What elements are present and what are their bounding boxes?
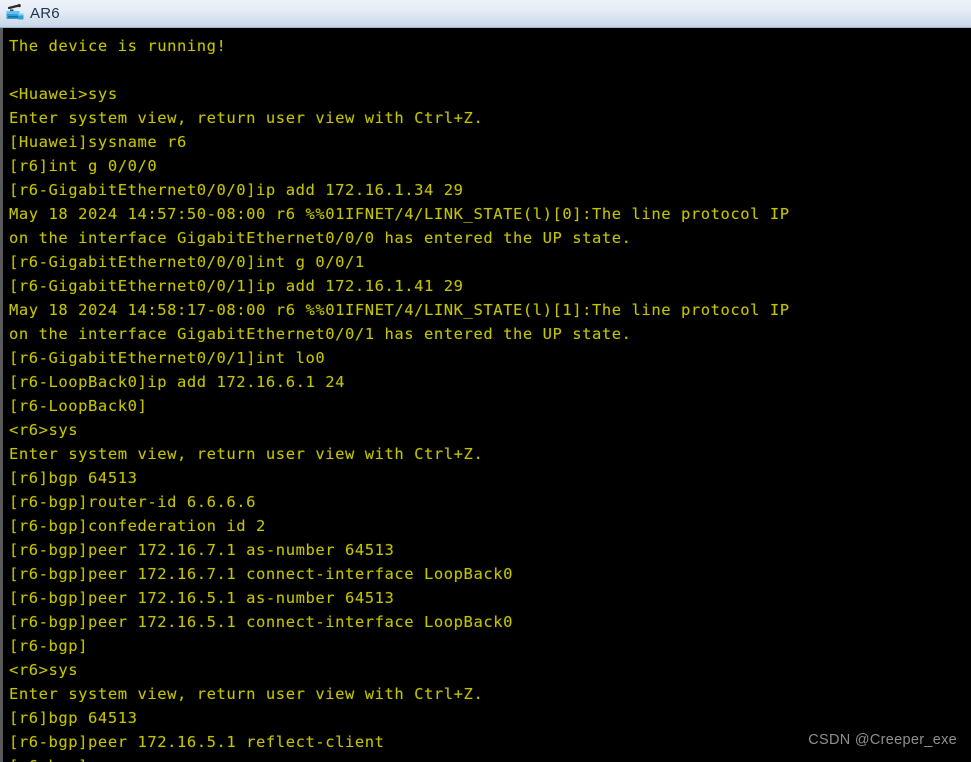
terminal-line: <r6>sys xyxy=(9,661,79,679)
terminal-line: [r6-bgp]peer 172.16.7.1 as-number 64513 xyxy=(9,541,395,559)
terminal-console[interactable]: The device is running! <Huawei>sys Enter s… xyxy=(0,28,971,762)
terminal-line: [r6]bgp 64513 xyxy=(9,469,138,487)
terminal-line: on the interface GigabitEthernet0/0/0 ha… xyxy=(9,229,632,247)
terminal-line: <r6>sys xyxy=(9,421,79,439)
terminal-line: [r6-bgp]confederation id 2 xyxy=(9,517,266,535)
terminal-line: May 18 2024 14:58:17-08:00 r6 %%01IFNET/… xyxy=(9,301,790,319)
terminal-line: [Huawei]sysname r6 xyxy=(9,133,187,151)
router-icon xyxy=(4,3,26,25)
terminal-line: [r6-bgp] xyxy=(9,754,971,762)
terminal-line: The device is running! xyxy=(9,37,227,55)
terminal-line: Enter system view, return user view with… xyxy=(9,109,484,127)
terminal-line: May 18 2024 14:57:50-08:00 r6 %%01IFNET/… xyxy=(9,205,790,223)
terminal-line: [r6-GigabitEthernet0/0/1]int lo0 xyxy=(9,349,326,367)
terminal-line: [r6-bgp] xyxy=(9,637,89,655)
terminal-line: [r6-GigabitEthernet0/0/0]ip add 172.16.1… xyxy=(9,181,464,199)
terminal-line: [r6-GigabitEthernet0/0/0]int g 0/0/1 xyxy=(9,253,365,271)
terminal-line: [r6-LoopBack0] xyxy=(9,397,148,415)
terminal-line: Enter system view, return user view with… xyxy=(9,685,484,703)
terminal-line: Enter system view, return user view with… xyxy=(9,445,484,463)
terminal-line: [r6-bgp]peer 172.16.5.1 reflect-client xyxy=(9,733,385,751)
terminal-line: [r6-bgp]peer 172.16.5.1 connect-interfac… xyxy=(9,613,513,631)
terminal-line: [r6-bgp]router-id 6.6.6.6 xyxy=(9,493,257,511)
terminal-line: [r6-bgp]peer 172.16.5.1 as-number 64513 xyxy=(9,589,395,607)
terminal-line: [r6]bgp 64513 xyxy=(9,709,138,727)
window-title-text: AR6 xyxy=(30,4,60,22)
terminal-line: <Huawei>sys xyxy=(9,85,118,103)
terminal-line: [r6]int g 0/0/0 xyxy=(9,157,158,175)
terminal-line: [r6-bgp]peer 172.16.7.1 connect-interfac… xyxy=(9,565,513,583)
terminal-line: on the interface GigabitEthernet0/0/1 ha… xyxy=(9,325,632,343)
terminal-output: The device is running! <Huawei>sys Enter s… xyxy=(3,28,971,762)
terminal-line: [r6-GigabitEthernet0/0/1]ip add 172.16.1… xyxy=(9,277,464,295)
window-title-bar[interactable]: AR6 xyxy=(0,0,971,28)
ar6-console-window: AR6 The device is running! <Huawei>sys Ent… xyxy=(0,0,971,762)
terminal-line: [r6-LoopBack0]ip add 172.16.6.1 24 xyxy=(9,373,345,391)
